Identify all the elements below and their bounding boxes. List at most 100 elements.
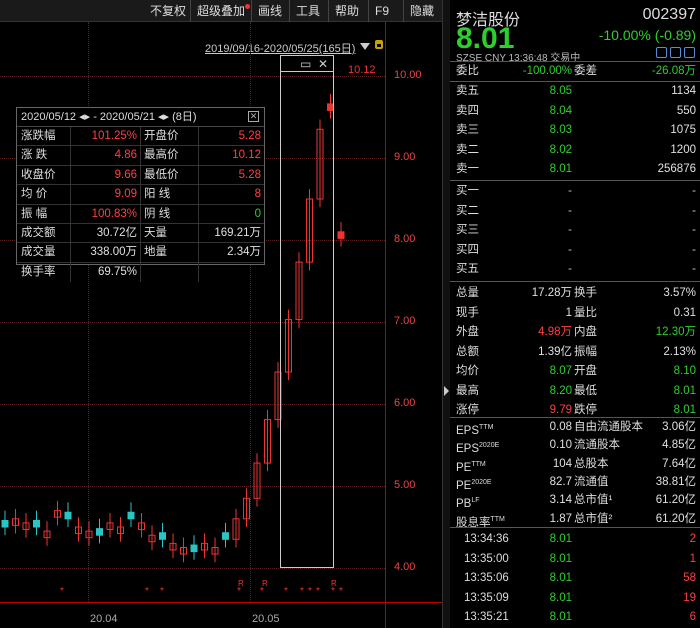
bid-price: - (568, 224, 572, 237)
webi-value: -100.00% (522, 65, 572, 77)
popup-value: 4.86 (71, 146, 141, 165)
fund-label-sup: TTM (471, 460, 486, 468)
price-change: -10.00% (-0.89) (598, 27, 696, 43)
fund-value: 4.85亿 (662, 439, 696, 452)
bid-volume: - (692, 243, 696, 256)
popup-row: 收盘价 9.66 最低价 5.28 (17, 165, 264, 186)
candle-body (1, 519, 9, 528)
event-star-icon[interactable]: * (145, 586, 149, 597)
popup-value: 169.21万 (214, 226, 261, 239)
event-star-icon[interactable]: * (300, 586, 304, 597)
popup-label: 阳 线 (141, 185, 199, 204)
tick-row[interactable]: 13:35:09 8.01 19 (450, 589, 700, 608)
y-tick: 7.00 (394, 315, 416, 327)
event-star-icon[interactable]: * (160, 586, 164, 597)
popup-row: 换手率 69.75% (17, 262, 264, 283)
popup-label: 成交额 (17, 223, 71, 243)
r-marker-icon[interactable]: R (262, 579, 268, 588)
bid-volume: - (692, 224, 696, 237)
popup-value: 100.83% (71, 204, 141, 223)
stat-label: 振幅 (574, 345, 597, 358)
quote-panel: 梦洁股份 002397 8.01 -10.00% (-0.89) SZSE CN… (450, 0, 700, 628)
fund-label-text: PB (456, 498, 472, 511)
fund-value: 61.20亿 (655, 512, 696, 525)
stat-label: 总量 (456, 287, 479, 299)
popup-rows: 涨跌幅 101.25% 开盘价 5.28 涨 跌 4.86 最高价 10.12 收盘价 9.66 最… (17, 127, 264, 283)
popup-label: 最高价 (141, 146, 199, 165)
fund-label-text: PE (456, 479, 472, 492)
bid-label: 买四 (456, 243, 479, 256)
interval-stats-popup: 2020/05/12 ◂▸ - 2020/05/21 ◂▸ (8日) ✕ 涨跌幅 1… (16, 107, 265, 283)
fundamental-row: PBLF 3.14 总市值¹ 61.20亿 (450, 491, 700, 510)
stat-label: 均价 (456, 365, 479, 377)
stat-value: 1.39亿 (538, 345, 572, 358)
bid-row: 买五 - - (450, 260, 700, 279)
candle-body (33, 519, 40, 528)
bid-price: - (568, 243, 572, 256)
zoom-box-icon[interactable]: ▭ (300, 57, 311, 71)
stat-value: 3.57% (663, 287, 696, 299)
tick-row[interactable]: 13:34:36 8.01 2 (450, 530, 700, 549)
candle-body (337, 231, 345, 239)
fundamental-row: EPSTTM 0.08 自由流通股本 3.06亿 (450, 418, 700, 437)
tick-row[interactable]: 13:35:21 8.01 6 (450, 608, 700, 627)
close-icon[interactable]: ✕ (248, 111, 259, 122)
selection-box[interactable] (280, 55, 334, 568)
tick-price: 8.01 (549, 572, 572, 584)
price-axis: 10.00 9.00 8.00 7.00 6.00 5.00 4.00 (385, 22, 442, 628)
popup-value: 8 (254, 188, 261, 201)
fund-label-sup: LF (471, 497, 480, 505)
popup-value: 5.28 (238, 168, 261, 181)
webi-row: 委比 -100.00% 委差 -26.08万 (450, 62, 700, 81)
candle-body (159, 532, 166, 540)
tick-volume: 58 (683, 572, 696, 584)
panel-divider[interactable] (442, 0, 450, 628)
stat-label: 最高 (456, 384, 479, 397)
event-star-icon[interactable]: * (308, 586, 312, 597)
collapse-arrow-icon[interactable] (444, 386, 449, 396)
date-axis: 20.04 20.05 (0, 602, 442, 628)
bid-label: 买五 (456, 263, 479, 276)
event-star-icon[interactable]: * (284, 586, 288, 597)
hide-button[interactable]: 隐藏 (403, 0, 434, 22)
event-star-icon[interactable]: * (316, 586, 320, 597)
alert-icon[interactable] (670, 47, 681, 58)
stat-row: 均价 8.07 开盘 8.10 (450, 362, 700, 381)
tick-time: 13:34:36 (464, 533, 509, 545)
fund-value: 38.81亿 (655, 475, 696, 488)
popup-label: 天量 (141, 223, 199, 243)
stat-row: 外盘 4.98万 内盘 12.30万 (450, 323, 700, 342)
stat-label: 换手 (574, 287, 597, 299)
fundamental-row: EPS2020E 0.10 流通股本 4.85亿 (450, 436, 700, 455)
kline-chart[interactable]: 不复权 超级叠加 画线 工具 帮助 F9 隐藏 2019/09/16-2020/… (0, 0, 442, 628)
x-tick: 20.05 (252, 613, 280, 625)
close-selection-icon[interactable]: ✕ (318, 57, 328, 71)
edit-icon[interactable] (656, 47, 667, 58)
ask-row: 卖五 8.05 1134 (450, 82, 700, 101)
tick-row[interactable]: 13:35:06 8.01 58 (450, 569, 700, 588)
tick-time: 13:35:21 (464, 611, 509, 623)
share-icon[interactable] (684, 47, 695, 58)
popup-label: 成交量 (17, 243, 71, 262)
tick-row[interactable]: 13:35:00 8.01 1 (450, 550, 700, 569)
stat-value: 8.01 (673, 384, 696, 397)
tick-price: 8.01 (549, 552, 572, 565)
y-tick: 6.00 (394, 397, 416, 409)
y-tick: 4.00 (394, 561, 416, 573)
bid-volume: - (692, 185, 696, 197)
y-tick: 5.00 (394, 479, 416, 491)
event-star-icon[interactable]: * (339, 586, 343, 597)
popup-value: 2.34万 (227, 246, 261, 259)
popup-label: 收盘价 (17, 165, 71, 185)
popup-label: 均 价 (17, 185, 71, 204)
event-star-icon[interactable]: * (60, 586, 64, 597)
divider (450, 180, 700, 181)
r-marker-icon[interactable]: R (331, 579, 337, 588)
stat-label: 最低 (574, 384, 597, 397)
tick-volume: 2 (689, 533, 696, 545)
fund-label: 股息率TTM (456, 510, 505, 533)
ask-row: 卖二 8.02 1200 (450, 141, 700, 160)
r-marker-icon[interactable]: R (238, 579, 244, 588)
popup-row: 振 幅 100.83% 阴 线 0 (17, 204, 264, 224)
y-tick: 10.00 (394, 69, 422, 81)
